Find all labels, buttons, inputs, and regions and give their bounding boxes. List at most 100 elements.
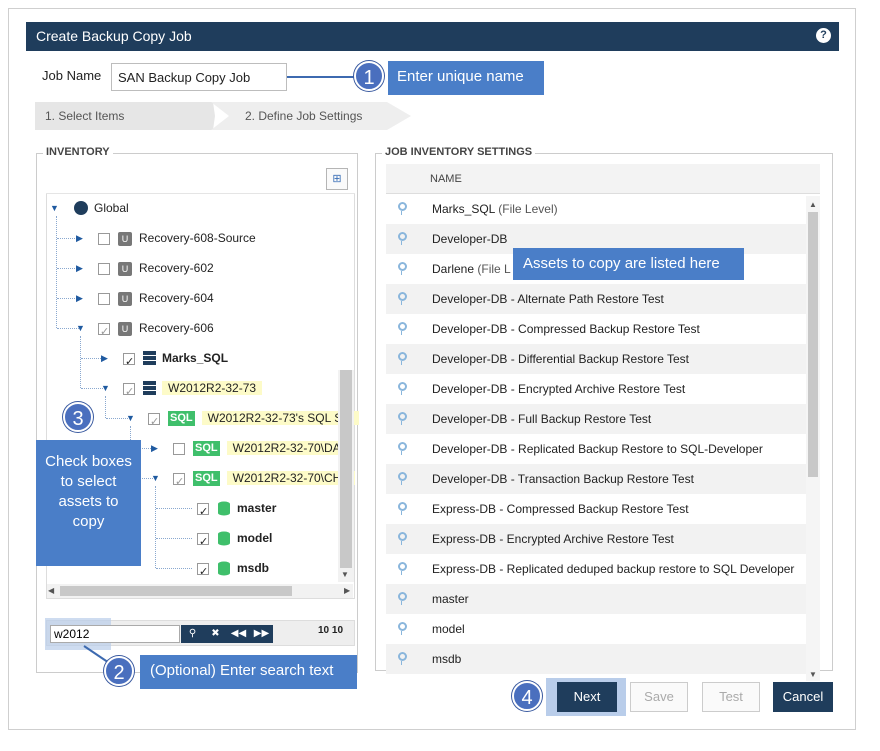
- table-row[interactable]: Express-DB - Encrypted Archive Restore T…: [386, 524, 806, 554]
- table-row[interactable]: Developer-DB - Replicated Backup Restore…: [386, 434, 806, 464]
- row-name: Express-DB - Replicated deduped backup r…: [432, 562, 795, 576]
- tree-connector: [156, 568, 192, 569]
- next-result-icon[interactable]: ▶▶: [250, 625, 273, 643]
- row-suffix: (File Level): [498, 202, 558, 216]
- row-name: Developer-DB - Replicated Backup Restore…: [432, 442, 763, 456]
- scroll-right-icon[interactable]: ▶: [344, 586, 350, 595]
- pin-icon: [398, 202, 407, 215]
- table-row[interactable]: Express-DB - Replicated deduped backup r…: [386, 554, 806, 584]
- settings-scroll-thumb[interactable]: [808, 212, 818, 477]
- sql-icon: SQL: [168, 411, 195, 427]
- job-name-input[interactable]: [111, 63, 287, 91]
- job-inventory-table: NAME Marks_SQL (File Level) Developer-DB…: [386, 164, 820, 682]
- dialog-title: Create Backup Copy Job: [36, 28, 192, 44]
- tree-checkbox[interactable]: [148, 411, 160, 433]
- inventory-toolbar: ⊞: [46, 164, 355, 194]
- pin-icon: [398, 592, 407, 605]
- table-row[interactable]: msdb: [386, 644, 806, 674]
- tree-connector: [81, 358, 103, 359]
- result-count: 10 10: [318, 625, 344, 636]
- tree-checkbox[interactable]: [197, 531, 209, 553]
- scroll-down-icon[interactable]: ▼: [341, 570, 349, 579]
- search-icon[interactable]: ⚲: [181, 625, 204, 643]
- table-row[interactable]: Marks_SQL (File Level): [386, 194, 806, 224]
- tree-label: W2012R2-32-70\CHA: [226, 471, 356, 485]
- tree-checkbox[interactable]: [123, 381, 135, 403]
- table-row[interactable]: Developer-DB - Compressed Backup Restore…: [386, 314, 806, 344]
- pin-icon: [398, 322, 407, 335]
- table-row[interactable]: Developer-DB - Full Backup Restore Test: [386, 404, 806, 434]
- pin-icon: [398, 472, 407, 485]
- tree-node-master[interactable]: master: [197, 497, 276, 523]
- scroll-down-icon[interactable]: ▼: [809, 670, 817, 679]
- tree-label: Marks_SQL: [162, 351, 229, 365]
- inventory-hscroll-thumb[interactable]: [60, 586, 292, 596]
- help-icon[interactable]: ?: [816, 28, 831, 43]
- cancel-button[interactable]: Cancel: [773, 682, 833, 712]
- tree-checkbox[interactable]: [98, 232, 110, 245]
- sql-icon: SQL: [193, 471, 220, 487]
- database-icon: [218, 561, 230, 576]
- tree-node-msdb[interactable]: msdb: [197, 557, 269, 583]
- pin-icon: [398, 412, 407, 425]
- row-name: Marks_SQL: [432, 202, 495, 216]
- tree-checkbox[interactable]: [98, 262, 110, 275]
- tree-checkbox[interactable]: [197, 501, 209, 523]
- pin-icon: [398, 382, 407, 395]
- scroll-left-icon[interactable]: ◀: [48, 586, 54, 595]
- save-button[interactable]: Save: [630, 682, 688, 712]
- table-row[interactable]: master: [386, 584, 806, 614]
- row-name: Developer-DB - Transaction Backup Restor…: [432, 472, 694, 486]
- expand-icon[interactable]: ▶: [151, 437, 158, 459]
- table-row[interactable]: Developer-DB - Encrypted Archive Restore…: [386, 374, 806, 404]
- tree-view-icon[interactable]: ⊞: [326, 168, 348, 190]
- expand-icon[interactable]: ▶: [76, 287, 83, 309]
- tree-label: W2012R2-32-70\DAF: [226, 441, 355, 455]
- tree-checkbox[interactable]: [197, 561, 209, 583]
- tree-checkbox[interactable]: [98, 321, 110, 343]
- tree-checkbox[interactable]: [173, 471, 185, 493]
- inventory-search-input[interactable]: [50, 625, 180, 643]
- expand-icon[interactable]: ▼: [126, 407, 135, 429]
- pin-icon: [398, 232, 407, 245]
- clear-search-icon[interactable]: ✖: [204, 625, 227, 643]
- tree-connector: [80, 336, 81, 388]
- test-button[interactable]: Test: [702, 682, 760, 712]
- tree-connector: [105, 396, 106, 418]
- tree-connector: [81, 388, 103, 389]
- expand-icon[interactable]: ▼: [101, 377, 110, 399]
- pin-icon: [398, 442, 407, 455]
- appliance-icon: U: [118, 321, 132, 336]
- step-select-items[interactable]: 1. Select Items: [35, 102, 215, 130]
- tree-checkbox[interactable]: [123, 351, 135, 373]
- table-row[interactable]: Developer-DB - Differential Backup Resto…: [386, 344, 806, 374]
- expand-icon[interactable]: ▼: [50, 197, 59, 219]
- expand-icon[interactable]: ▼: [151, 467, 160, 489]
- expand-icon[interactable]: ▼: [76, 317, 85, 339]
- appliance-icon: U: [118, 231, 132, 246]
- table-row[interactable]: model: [386, 614, 806, 644]
- step-define-job-settings[interactable]: 2. Define Job Settings: [211, 102, 411, 130]
- table-row[interactable]: Express-DB - Compressed Backup Restore T…: [386, 494, 806, 524]
- appliance-icon: U: [118, 291, 132, 306]
- expand-icon[interactable]: ▶: [101, 347, 108, 369]
- scroll-up-icon[interactable]: ▲: [809, 200, 817, 209]
- inventory-scroll-thumb[interactable]: [340, 370, 352, 568]
- previous-result-icon[interactable]: ◀◀: [227, 625, 250, 643]
- tree-checkbox[interactable]: [173, 442, 185, 455]
- row-name: model: [432, 622, 465, 636]
- expand-icon[interactable]: ▶: [76, 257, 83, 279]
- tree-checkbox[interactable]: [98, 292, 110, 305]
- next-button[interactable]: Next: [557, 682, 617, 712]
- table-row[interactable]: Developer-DB - Transaction Backup Restor…: [386, 464, 806, 494]
- assets-callout: Assets to copy are listed here: [513, 248, 744, 280]
- table-row[interactable]: Developer-DB - Alternate Path Restore Te…: [386, 284, 806, 314]
- tree-connector: [156, 538, 192, 539]
- column-name-header[interactable]: NAME: [430, 173, 462, 185]
- tree-node-model[interactable]: model: [197, 527, 272, 553]
- appliance-icon: U: [118, 261, 132, 276]
- expand-icon[interactable]: ▶: [76, 227, 83, 249]
- pin-icon: [398, 352, 407, 365]
- database-icon: [218, 501, 230, 516]
- row-name: Express-DB - Encrypted Archive Restore T…: [432, 532, 674, 546]
